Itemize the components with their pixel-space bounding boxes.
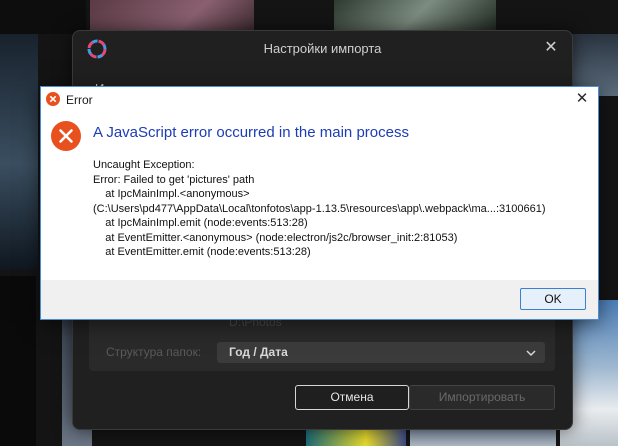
photo-thumbnail	[0, 276, 36, 446]
error-message: Uncaught Exception: Error: Failed to get…	[93, 159, 546, 258]
close-icon[interactable]: ✕	[542, 39, 560, 57]
dialog-title: Настройки импорта	[263, 41, 382, 56]
folder-structure-value: Год / Дата	[229, 345, 288, 359]
ok-button[interactable]: OK	[520, 288, 586, 310]
folder-structure-select[interactable]: Год / Дата	[217, 342, 545, 363]
photo-thumbnail	[334, 0, 496, 34]
cancel-button[interactable]: Отмена	[295, 385, 409, 410]
photo-thumbnail	[0, 0, 86, 34]
error-x-icon	[46, 92, 60, 106]
error-x-icon	[51, 121, 81, 151]
photo-thumbnail	[90, 0, 254, 34]
close-icon[interactable]: ✕	[574, 91, 590, 107]
import-button[interactable]: Импортировать	[409, 385, 555, 410]
chevron-down-icon	[525, 346, 537, 358]
dialog-footer: OK	[41, 280, 598, 319]
dialog-title: Error	[66, 93, 93, 107]
error-body: A JavaScript error occurred in the main …	[41, 112, 598, 280]
title-bar: Error ✕	[41, 87, 598, 112]
error-heading: A JavaScript error occurred in the main …	[93, 124, 409, 141]
folder-structure-label: Структура папок:	[106, 345, 202, 359]
photo-thumbnail	[0, 34, 38, 270]
error-dialog: Error ✕ A JavaScript error occurred in t…	[40, 86, 599, 320]
